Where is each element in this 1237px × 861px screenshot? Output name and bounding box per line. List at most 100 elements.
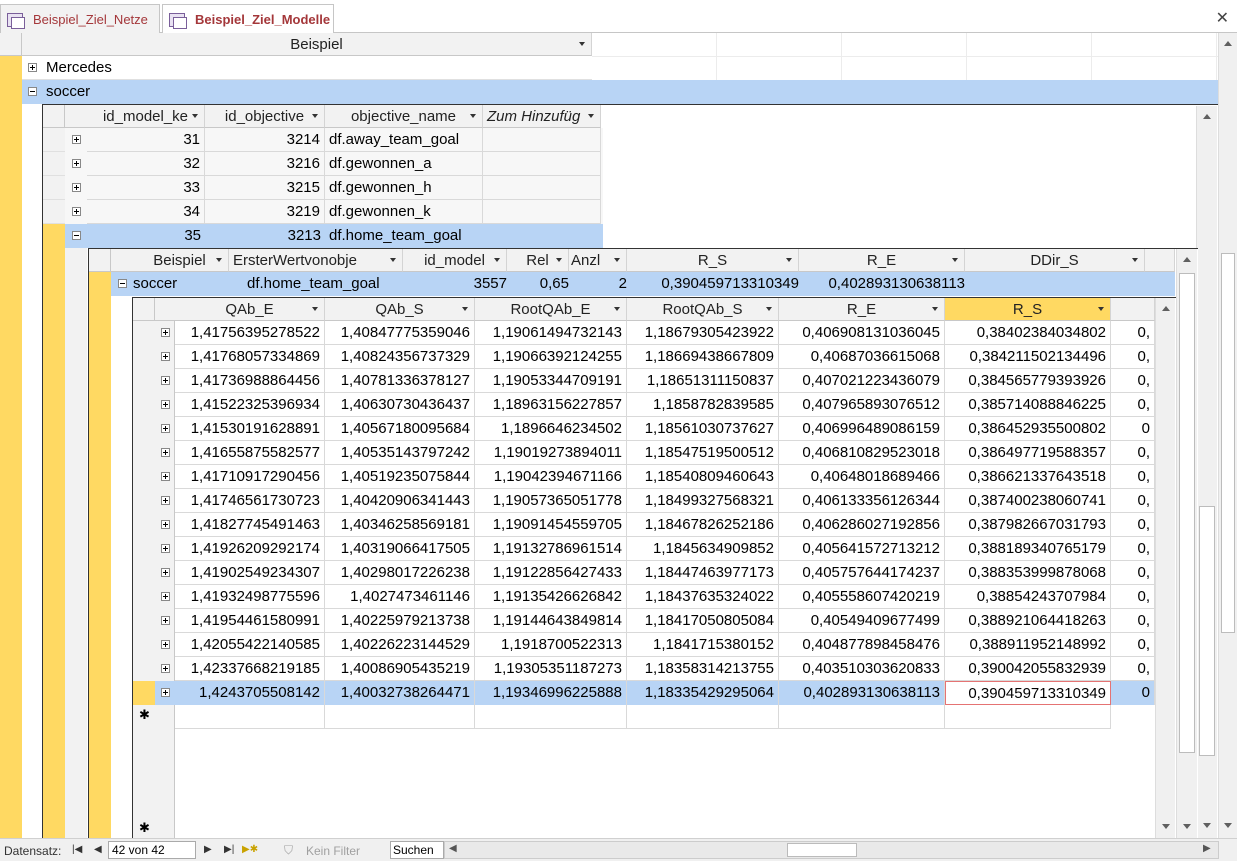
- cell-value[interactable]: 1,1896646234502: [475, 417, 627, 441]
- column-header-rootqab-s[interactable]: RootQAb_S: [627, 298, 779, 321]
- cell-objective-name[interactable]: df.gewonnen_a: [325, 152, 483, 176]
- cell-objective-name[interactable]: df.gewonnen_h: [325, 176, 483, 200]
- cell-value[interactable]: 0,: [1111, 345, 1155, 369]
- expand-icon[interactable]: [72, 135, 81, 144]
- cell-value[interactable]: 0,386621337643518: [945, 465, 1111, 489]
- cell-value[interactable]: 1,19144643849814: [475, 609, 627, 633]
- table-row-selected[interactable]: soccer df.home_team_goal 3557 0,65 2 0,3…: [111, 272, 1175, 296]
- chevron-down-icon[interactable]: [766, 307, 772, 311]
- table-row[interactable]: 1,41756395278522 1,40847775359046 1,190614…: [133, 321, 1155, 345]
- filter-status[interactable]: Kein Filter: [306, 844, 360, 858]
- column-header-add-new[interactable]: Zum Hinzufüg: [483, 105, 601, 128]
- cell-id-objective[interactable]: 3215: [205, 176, 325, 200]
- cell-value[interactable]: 0,384211502134496: [945, 345, 1111, 369]
- tab-beispiel-ziel-netze[interactable]: Beispiel_Ziel_Netze: [0, 4, 160, 34]
- first-record-icon[interactable]: |◀: [72, 844, 82, 855]
- cell-value[interactable]: 0: [1111, 681, 1155, 705]
- expand-icon[interactable]: [161, 376, 170, 385]
- expand-icon[interactable]: [161, 352, 170, 361]
- record-selector[interactable]: [43, 152, 65, 176]
- cell-value[interactable]: 1,40226223144529: [325, 633, 475, 657]
- chevron-down-icon[interactable]: [462, 307, 468, 311]
- table-row[interactable]: 1,41522325396934 1,40630730436437 1,189631…: [133, 393, 1155, 417]
- expand-icon[interactable]: [161, 400, 170, 409]
- table-row[interactable]: 1,41736988864456 1,40781336378127 1,190533…: [133, 369, 1155, 393]
- chevron-down-icon[interactable]: [952, 258, 958, 262]
- previous-record-icon[interactable]: ◀: [94, 844, 102, 855]
- cell-value[interactable]: 1,41710917290456: [175, 465, 325, 489]
- cell-value[interactable]: 1,41902549234307: [175, 561, 325, 585]
- cell-value[interactable]: 0,: [1111, 561, 1155, 585]
- cell-value[interactable]: 1,40225979213738: [325, 609, 475, 633]
- cell-rel[interactable]: 0,65: [507, 275, 569, 292]
- scroll-thumb[interactable]: [787, 843, 857, 857]
- table-row[interactable]: 1,41954461580991 1,40225979213738 1,191446…: [133, 609, 1155, 633]
- cell-id-objective[interactable]: 3216: [205, 152, 325, 176]
- new-record-cell[interactable]: [475, 705, 627, 729]
- cell-value[interactable]: 1,40824356737329: [325, 345, 475, 369]
- new-record-cell[interactable]: [945, 705, 1111, 729]
- column-header-id-model-key[interactable]: id_model_ke: [87, 105, 205, 128]
- chevron-down-icon[interactable]: [786, 258, 792, 262]
- cell-value[interactable]: 1,40781336378127: [325, 369, 475, 393]
- cell-value[interactable]: 1,41954461580991: [175, 609, 325, 633]
- table-row[interactable]: 34 3219 df.gewonnen_k: [43, 200, 603, 224]
- table-row[interactable]: 1,42337668219185 1,40086905435219 1,193053…: [133, 657, 1155, 681]
- cell-value[interactable]: 0,387982667031793: [945, 513, 1111, 537]
- last-record-icon[interactable]: ▶|: [224, 844, 234, 855]
- expand-icon[interactable]: [161, 568, 170, 577]
- cell-value[interactable]: 1,40535143797242: [325, 441, 475, 465]
- cell-value[interactable]: 1,19135426626842: [475, 585, 627, 609]
- chevron-down-icon[interactable]: [1132, 258, 1138, 262]
- table-row[interactable]: 1,41710917290456 1,40519235075844 1,190423…: [133, 465, 1155, 489]
- cell-value[interactable]: 0,388911952148992: [945, 633, 1111, 657]
- cell-empty[interactable]: [483, 176, 601, 200]
- cell-value[interactable]: 0,406810829523018: [779, 441, 945, 465]
- expand-icon[interactable]: [161, 664, 170, 673]
- cell-value[interactable]: 0,403510303620833: [779, 657, 945, 681]
- scroll-left-icon[interactable]: ◀: [449, 843, 457, 854]
- table-row[interactable]: 1,41530191628891 1,40567180095684 1,189664…: [133, 417, 1155, 441]
- scroll-down-icon[interactable]: [1183, 824, 1191, 829]
- column-header-qab-s[interactable]: QAb_S: [325, 298, 475, 321]
- cell-value[interactable]: 1,19305351187273: [475, 657, 627, 681]
- cell-value[interactable]: 1,19057365051778: [475, 489, 627, 513]
- select-all-corner[interactable]: [89, 249, 111, 272]
- cell-empty[interactable]: [483, 200, 601, 224]
- table-row[interactable]: 1,41902549234307 1,40298017226238 1,191228…: [133, 561, 1155, 585]
- cell-value[interactable]: 1,18963156227857: [475, 393, 627, 417]
- cell-value[interactable]: 1,18540809460643: [627, 465, 779, 489]
- record-selector[interactable]: [133, 681, 155, 705]
- record-selector[interactable]: [43, 200, 65, 224]
- column-header-erster-wert[interactable]: ErsterWertvonobje: [229, 249, 403, 272]
- cell-id-objective[interactable]: 3214: [205, 128, 325, 152]
- cell-value[interactable]: 0,405558607420219: [779, 585, 945, 609]
- table-row[interactable]: 1,41655875582577 1,40535143797242 1,190192…: [133, 441, 1155, 465]
- column-header-ddir-s[interactable]: DDir_S: [965, 249, 1145, 272]
- cell-empty[interactable]: [483, 128, 601, 152]
- record-selector[interactable]: [43, 224, 65, 248]
- column-header-r-e[interactable]: R_E: [779, 298, 945, 321]
- chevron-down-icon[interactable]: [216, 258, 222, 262]
- cell-value[interactable]: 1,41827745491463: [175, 513, 325, 537]
- cell-value[interactable]: 0,406133356126344: [779, 489, 945, 513]
- cell-value[interactable]: 1,18335429295064: [627, 681, 779, 705]
- cell-value[interactable]: 0: [1111, 417, 1155, 441]
- cell-id-model-key[interactable]: 32: [87, 152, 205, 176]
- collapse-icon[interactable]: [118, 279, 127, 288]
- cell-value[interactable]: 1,41522325396934: [175, 393, 325, 417]
- column-header-id-objective[interactable]: id_objective: [205, 105, 325, 128]
- cell-value[interactable]: 1,42055422140585: [175, 633, 325, 657]
- column-header-r-s[interactable]: R_S: [945, 298, 1111, 321]
- column-header-anzl[interactable]: Anzl: [569, 249, 627, 272]
- scroll-down-icon[interactable]: [1203, 823, 1211, 828]
- cell-value[interactable]: 1,1858782839585: [627, 393, 779, 417]
- record-selector[interactable]: [43, 176, 65, 200]
- cell-value[interactable]: 0,405641572713212: [779, 537, 945, 561]
- cell-value[interactable]: 1,19122856427433: [475, 561, 627, 585]
- cell-value[interactable]: 0,407021223436079: [779, 369, 945, 393]
- vertical-scrollbar[interactable]: [1155, 298, 1175, 839]
- cell-value[interactable]: 1,19132786961514: [475, 537, 627, 561]
- expand-icon[interactable]: [161, 688, 170, 697]
- cell-erster-wert[interactable]: df.home_team_goal: [247, 275, 380, 292]
